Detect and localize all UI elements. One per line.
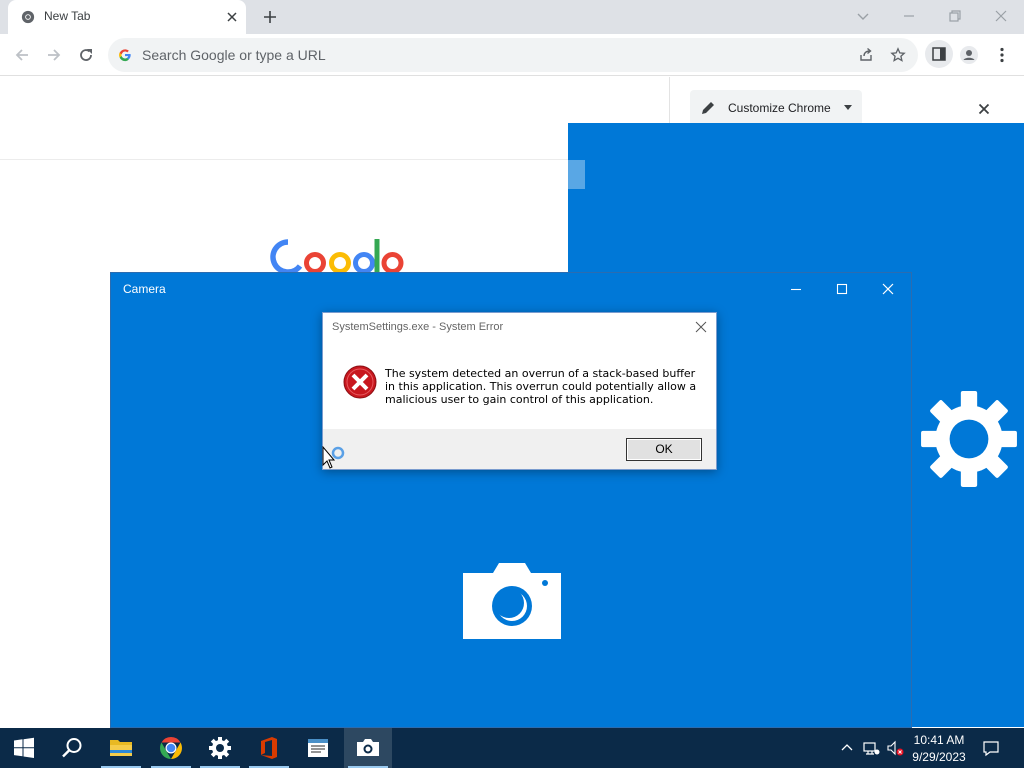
customize-chrome-button[interactable]: Customize Chrome [690,90,862,126]
close-window-icon[interactable] [991,6,1011,26]
ok-button[interactable]: OK [626,438,702,461]
camera-app-icon [463,563,561,639]
share-icon[interactable] [858,47,874,63]
pencil-icon [702,102,714,114]
action-center-icon[interactable] [982,739,1000,757]
chrome-tabstrip: New Tab [0,0,1024,34]
profile-avatar-icon[interactable] [959,45,979,65]
side-panel-toggle[interactable] [925,40,953,68]
chrome-icon [160,737,182,759]
dialog-message: The system detected an overrun of a stac… [385,367,697,406]
search-icon [62,738,82,758]
taskbar-camera[interactable] [344,728,392,768]
taskbar-notepad[interactable] [294,728,342,768]
show-hidden-icons-chevron-icon[interactable] [838,739,856,757]
dialog-footer: OK [323,429,716,469]
dialog-title: SystemSettings.exe - System Error [332,321,504,333]
settings-icon [209,737,231,759]
omnibox[interactable]: Search Google or type a URL [108,38,918,72]
camera-close-icon[interactable] [880,281,896,297]
reload-icon[interactable] [76,45,96,65]
google-g-icon [119,49,131,62]
taskbar-clock[interactable]: 10:41 AM 9/29/2023 [906,732,972,766]
office-icon [261,737,277,759]
camera-icon [357,739,379,756]
taskbar: 10:41 AM 9/29/2023 [0,728,1024,768]
start-button[interactable] [0,728,48,768]
taskbar-file-explorer[interactable] [97,728,145,768]
camera-window-title: Camera [123,282,166,296]
system-error-dialog: SystemSettings.exe - System Error The sy… [322,312,717,470]
omnibox-placeholder: Search Google or type a URL [142,47,326,63]
chrome-favicon-icon [21,10,35,24]
restore-icon[interactable] [945,6,965,26]
settings-highlight [568,160,585,189]
chrome-toolbar: Search Google or type a URL [0,34,1024,76]
taskbar-chrome[interactable] [147,728,195,768]
taskbar-search-button[interactable] [48,728,96,768]
volume-muted-icon[interactable] [886,739,904,757]
camera-maximize-icon[interactable] [834,281,850,297]
chrome-menu-icon[interactable] [992,45,1012,65]
taskbar-office[interactable] [245,728,293,768]
chrome-tab[interactable]: New Tab [8,0,246,34]
google-logo [270,239,404,275]
error-icon [343,365,377,399]
back-icon[interactable] [12,45,32,65]
settings-gear-icon [921,391,1017,487]
dialog-close-icon[interactable] [695,321,707,333]
file-explorer-icon [110,740,132,756]
new-tab-icon[interactable] [261,8,279,26]
clock-time: 10:41 AM [913,733,965,747]
start-icon [14,737,34,758]
forward-icon[interactable] [44,45,64,65]
bookmark-star-icon[interactable] [890,47,906,63]
tab-search-chevron-icon[interactable] [853,6,873,26]
camera-minimize-icon[interactable] [788,281,804,297]
network-icon[interactable] [862,739,880,757]
tab-close-icon[interactable] [224,9,240,25]
clock-date: 9/29/2023 [912,750,966,764]
ntp-divider [0,159,568,160]
busy-cursor-icon [322,446,345,469]
dropdown-caret-icon [844,105,852,110]
notepad-icon [308,739,328,757]
customize-chrome-label: Customize Chrome [728,101,831,115]
side-panel-close-icon[interactable] [976,101,992,117]
minimize-icon[interactable] [899,6,919,26]
side-panel-icon [932,47,946,61]
tab-title: New Tab [44,9,91,23]
taskbar-settings[interactable] [196,728,244,768]
